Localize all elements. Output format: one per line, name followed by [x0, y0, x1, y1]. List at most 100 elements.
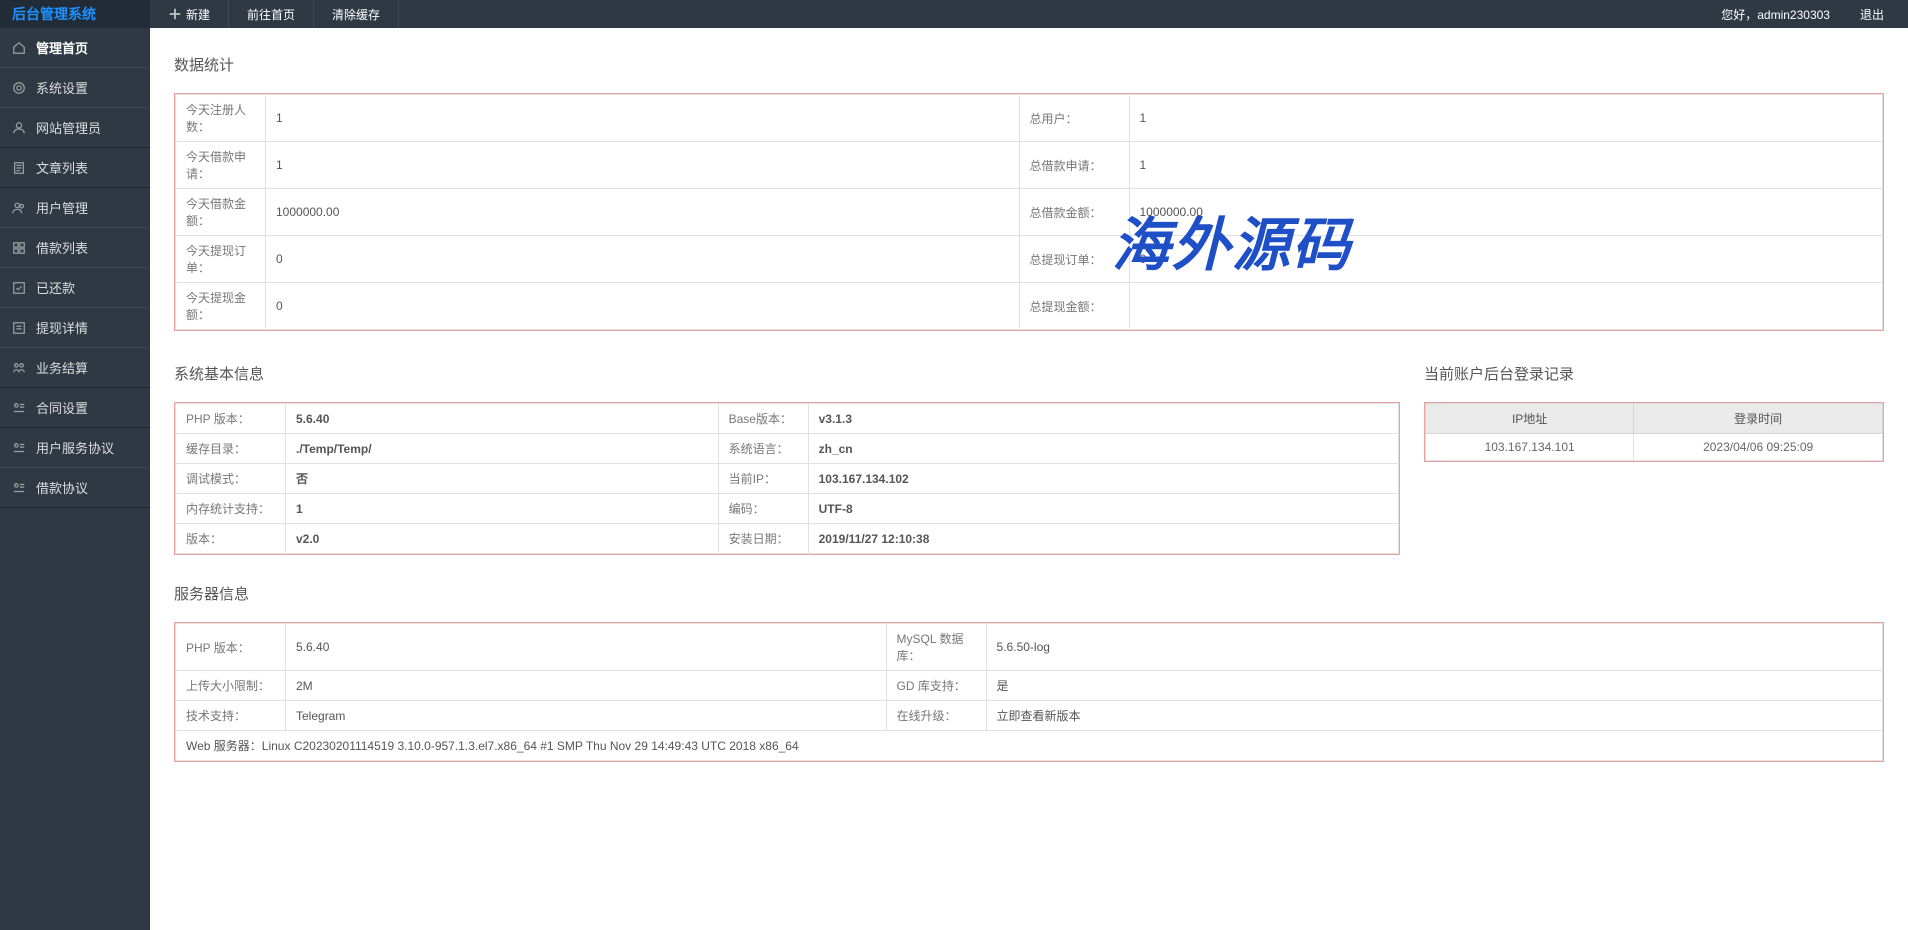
sysbasic-label: 缓存目录： — [176, 434, 286, 464]
sysbasic-label: 内存统计支持： — [176, 494, 286, 524]
stats-label: 总借款申请： — [1019, 142, 1129, 189]
sysbasic-value: 1 — [286, 494, 719, 524]
sysbasic-label: 编码： — [718, 494, 808, 524]
clear-cache-button[interactable]: 清除缓存 — [314, 0, 399, 28]
sidebar-item-label: 系统设置 — [36, 78, 88, 97]
sidebar-item-business-settlement[interactable]: 业务结算 — [0, 348, 150, 388]
server-label: 在线升级： — [886, 701, 986, 731]
grid-icon — [12, 241, 26, 255]
server-label: MySQL 数据库： — [886, 624, 986, 671]
sidebar: 管理首页 系统设置 网站管理员 文章列表 用户管理 借款列表 已还款 提现详情 — [0, 28, 150, 930]
sidebar-item-label: 用户管理 — [36, 198, 88, 217]
sysbasic-value: 5.6.40 — [286, 404, 719, 434]
stats-row: 今天提现订单：0总提现订单：0 — [176, 236, 1883, 283]
goto-home-button[interactable]: 前往首页 — [229, 0, 314, 28]
stats-label: 今天提现金额： — [176, 283, 266, 330]
stats-value: 1000000.00 — [1129, 189, 1883, 236]
sysbasic-row: 调试模式：否当前IP：103.167.134.102 — [176, 464, 1399, 494]
sidebar-item-label: 文章列表 — [36, 158, 88, 177]
sidebar-item-repaid[interactable]: 已还款 — [0, 268, 150, 308]
sysbasic-value: 103.167.134.102 — [808, 464, 1398, 494]
stats-value — [1129, 283, 1883, 330]
stats-panel: 今天注册人数：1总用户：1今天借款申请：1总借款申请：1今天借款金额：10000… — [174, 93, 1884, 331]
sidebar-item-label: 借款列表 — [36, 238, 88, 257]
check-icon — [12, 281, 26, 295]
users-icon — [12, 201, 26, 215]
server-panel: PHP 版本：5.6.40MySQL 数据库：5.6.50-log上传大小限制：… — [174, 622, 1884, 762]
login-header-ip: IP地址 — [1426, 404, 1634, 434]
clear-cache-label: 清除缓存 — [332, 6, 380, 23]
server-web-row: Web 服务器：Linux C20230201114519 3.10.0-957… — [176, 731, 1883, 761]
sidebar-item-label: 业务结算 — [36, 358, 88, 377]
brand-title: 后台管理系统 — [0, 0, 150, 28]
document-icon — [12, 161, 26, 175]
sysbasic-value: zh_cn — [808, 434, 1398, 464]
sysbasic-value: UTF-8 — [808, 494, 1398, 524]
home-icon — [12, 41, 26, 55]
sidebar-item-loan-list[interactable]: 借款列表 — [0, 228, 150, 268]
sidebar-item-dashboard[interactable]: 管理首页 — [0, 28, 150, 68]
sysbasic-section-title: 系统基本信息 — [174, 363, 1400, 384]
sidebar-item-article-list[interactable]: 文章列表 — [0, 148, 150, 188]
server-value[interactable]: 立即查看新版本 — [986, 701, 1882, 731]
sidebar-item-user-manage[interactable]: 用户管理 — [0, 188, 150, 228]
sidebar-item-label: 已还款 — [36, 278, 75, 297]
logout-button[interactable]: 退出 — [1860, 6, 1884, 23]
login-header-time: 登录时间 — [1634, 404, 1883, 434]
sidebar-item-label: 用户服务协议 — [36, 438, 114, 457]
sidebar-item-loan-agreement[interactable]: 借款协议 — [0, 468, 150, 508]
sysbasic-label: 版本： — [176, 524, 286, 554]
stats-value: 1000000.00 — [266, 189, 1020, 236]
stats-value: 1 — [1129, 142, 1883, 189]
sidebar-item-contract-settings[interactable]: 合同设置 — [0, 388, 150, 428]
server-section-title: 服务器信息 — [174, 583, 1884, 604]
sysbasic-label: 安装日期： — [718, 524, 808, 554]
loan-agreement-icon — [12, 481, 26, 495]
login-ip: 103.167.134.101 — [1426, 434, 1634, 461]
stats-section-title: 数据统计 — [174, 54, 1884, 75]
new-button-label: 新建 — [186, 6, 210, 23]
server-label: 技术支持： — [176, 701, 286, 731]
gear-icon — [12, 81, 26, 95]
detail-icon — [12, 321, 26, 335]
contract-icon — [12, 401, 26, 415]
server-label: GD 库支持： — [886, 671, 986, 701]
sidebar-item-label: 管理首页 — [36, 38, 88, 57]
sidebar-item-site-admin[interactable]: 网站管理员 — [0, 108, 150, 148]
server-value[interactable]: Telegram — [286, 701, 887, 731]
stats-label: 总提现订单： — [1019, 236, 1129, 283]
stats-label: 总提现金额： — [1019, 283, 1129, 330]
server-row: PHP 版本：5.6.40MySQL 数据库：5.6.50-log — [176, 624, 1883, 671]
team-icon — [12, 361, 26, 375]
sysbasic-value: 否 — [286, 464, 719, 494]
sysbasic-value: v2.0 — [286, 524, 719, 554]
sidebar-item-label: 提现详情 — [36, 318, 88, 337]
sidebar-item-label: 合同设置 — [36, 398, 88, 417]
top-bar: 后台管理系统 新建 前往首页 清除缓存 您好，admin230303 退出 — [0, 0, 1908, 28]
sidebar-item-withdraw-detail[interactable]: 提现详情 — [0, 308, 150, 348]
server-row: 上传大小限制：2MGD 库支持：是 — [176, 671, 1883, 701]
sysbasic-value: 2019/11/27 12:10:38 — [808, 524, 1398, 554]
server-value: 5.6.40 — [286, 624, 887, 671]
sidebar-item-user-agreement[interactable]: 用户服务协议 — [0, 428, 150, 468]
login-panel: IP地址 登录时间 103.167.134.1012023/04/06 09:2… — [1424, 402, 1884, 462]
sidebar-item-label: 网站管理员 — [36, 118, 101, 137]
stats-row: 今天注册人数：1总用户：1 — [176, 95, 1883, 142]
login-time: 2023/04/06 09:25:09 — [1634, 434, 1883, 461]
sysbasic-label: 系统语言： — [718, 434, 808, 464]
sysbasic-value: v3.1.3 — [808, 404, 1398, 434]
server-label: PHP 版本： — [176, 624, 286, 671]
stats-value: 1 — [266, 95, 1020, 142]
loginrec-section-title: 当前账户后台登录记录 — [1424, 363, 1884, 384]
sysbasic-row: 版本：v2.0安装日期：2019/11/27 12:10:38 — [176, 524, 1399, 554]
stats-value: 0 — [266, 283, 1020, 330]
sysbasic-label: 调试模式： — [176, 464, 286, 494]
sidebar-item-system-settings[interactable]: 系统设置 — [0, 68, 150, 108]
user-icon — [12, 121, 26, 135]
greeting-text: 您好，admin230303 — [1721, 6, 1830, 23]
sysbasic-table: PHP 版本：5.6.40Base版本：v3.1.3缓存目录：./Temp/Te… — [175, 403, 1399, 554]
new-button[interactable]: 新建 — [150, 0, 229, 28]
stats-value: 0 — [266, 236, 1020, 283]
stats-row: 今天借款金额：1000000.00总借款金额：1000000.00 — [176, 189, 1883, 236]
sidebar-item-label: 借款协议 — [36, 478, 88, 497]
